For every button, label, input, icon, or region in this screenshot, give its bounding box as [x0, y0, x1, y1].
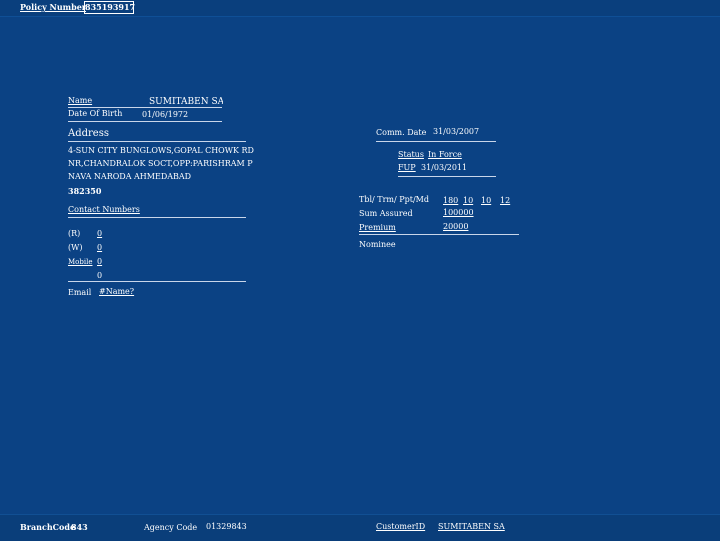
md-value: 12	[500, 196, 511, 205]
table-value: 180	[443, 196, 459, 205]
fup-divider	[398, 176, 496, 177]
fup-value: 31/03/2011	[421, 163, 468, 172]
customer-id-value[interactable]: SUMITABEN SA	[438, 522, 505, 532]
premium-value: 20000	[443, 222, 469, 231]
email-label: Email	[68, 288, 92, 297]
dob-value: 01/06/1972	[142, 110, 189, 119]
status-label: Status	[398, 150, 424, 159]
contact-other-value: 0	[97, 271, 103, 280]
comm-date-value: 31/03/2007	[433, 127, 480, 136]
premium-divider	[359, 234, 519, 235]
address-line: NR,CHANDRALOK SOCT,OPP:PARISHRAM P	[68, 159, 253, 168]
contact-work-value: 0	[97, 243, 103, 252]
contact-bottom-divider	[68, 281, 246, 282]
address-line: 382350	[68, 186, 102, 196]
ppt-value: 10	[481, 196, 492, 205]
branch-code-label: BranchCode	[20, 522, 76, 532]
dob-label: Date Of Birth	[68, 109, 123, 118]
bottom-bar	[0, 514, 720, 541]
agency-code-label: Agency Code	[144, 523, 198, 532]
comm-date-divider	[376, 141, 496, 142]
status-value: In Force	[428, 150, 462, 159]
premium-label: Premium	[359, 223, 396, 232]
branch-code-value: 843	[71, 522, 88, 532]
name-divider	[68, 107, 222, 108]
policy-number-field[interactable]: 835193917	[84, 1, 135, 14]
contact-work-label: (W)	[68, 243, 83, 252]
nominee-label: Nominee	[359, 240, 396, 249]
agency-code-value: 01329843	[206, 522, 247, 531]
contact-mobile-label: Mobile	[68, 258, 93, 266]
address-label: Address	[68, 128, 109, 139]
tbl-term-label: Tbl/ Trm/ Ppt/Md	[359, 195, 429, 204]
dob-divider	[68, 121, 222, 122]
policy-number-label: Policy Number	[20, 2, 87, 12]
sum-assured-value: 100000	[443, 208, 474, 217]
contact-residence-label: (R)	[68, 229, 81, 238]
name-label: Name	[68, 96, 93, 105]
name-value: SUMITABEN SAN	[149, 97, 223, 107]
address-divider	[68, 141, 246, 142]
contact-mobile-value: 0	[97, 257, 103, 266]
address-line: 4-SUN CITY BUNGLOWS,GOPAL CHOWK RD	[68, 146, 254, 155]
address-line: NAVA NARODA AHMEDABAD	[68, 172, 192, 181]
sum-assured-label: Sum Assured	[359, 209, 413, 218]
fup-label: FUP	[398, 163, 416, 172]
contact-residence-value: 0	[97, 229, 103, 238]
customer-id-label: CustomerID	[376, 522, 426, 531]
term-value: 10	[463, 196, 474, 205]
email-value[interactable]: #Name?	[99, 287, 134, 297]
contact-numbers-link[interactable]: Contact Numbers	[68, 205, 140, 215]
contact-divider	[68, 217, 246, 218]
comm-date-label: Comm. Date	[376, 128, 427, 137]
